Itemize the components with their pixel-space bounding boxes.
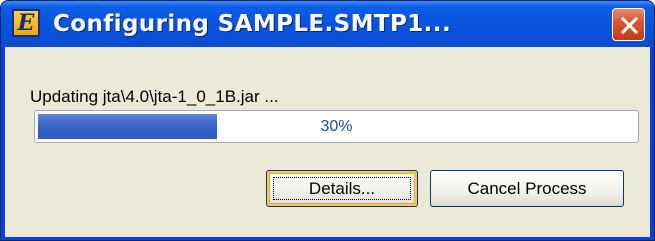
title-bar[interactable]: E Configuring SAMPLE.SMTP1... [1, 1, 654, 47]
dialog-body: Updating jta\4.0\jta-1_0_1B.jar ... 30% … [5, 47, 650, 237]
close-button[interactable] [612, 8, 645, 41]
cancel-process-button[interactable]: Cancel Process [430, 170, 624, 207]
configuring-dialog: E Configuring SAMPLE.SMTP1... Updating j… [0, 0, 655, 241]
progress-bar: 30% [34, 110, 639, 143]
cancel-button-label: Cancel Process [467, 179, 587, 198]
status-message: Updating jta\4.0\jta-1_0_1B.jar ... [30, 87, 279, 106]
details-button[interactable]: Details... [266, 170, 418, 207]
application-logo-icon: E [12, 9, 40, 37]
details-button-label: Details... [308, 179, 376, 198]
close-icon [620, 16, 639, 35]
progress-percent-label: 30% [320, 118, 353, 135]
window-title: Configuring SAMPLE.SMTP1... [53, 11, 452, 37]
